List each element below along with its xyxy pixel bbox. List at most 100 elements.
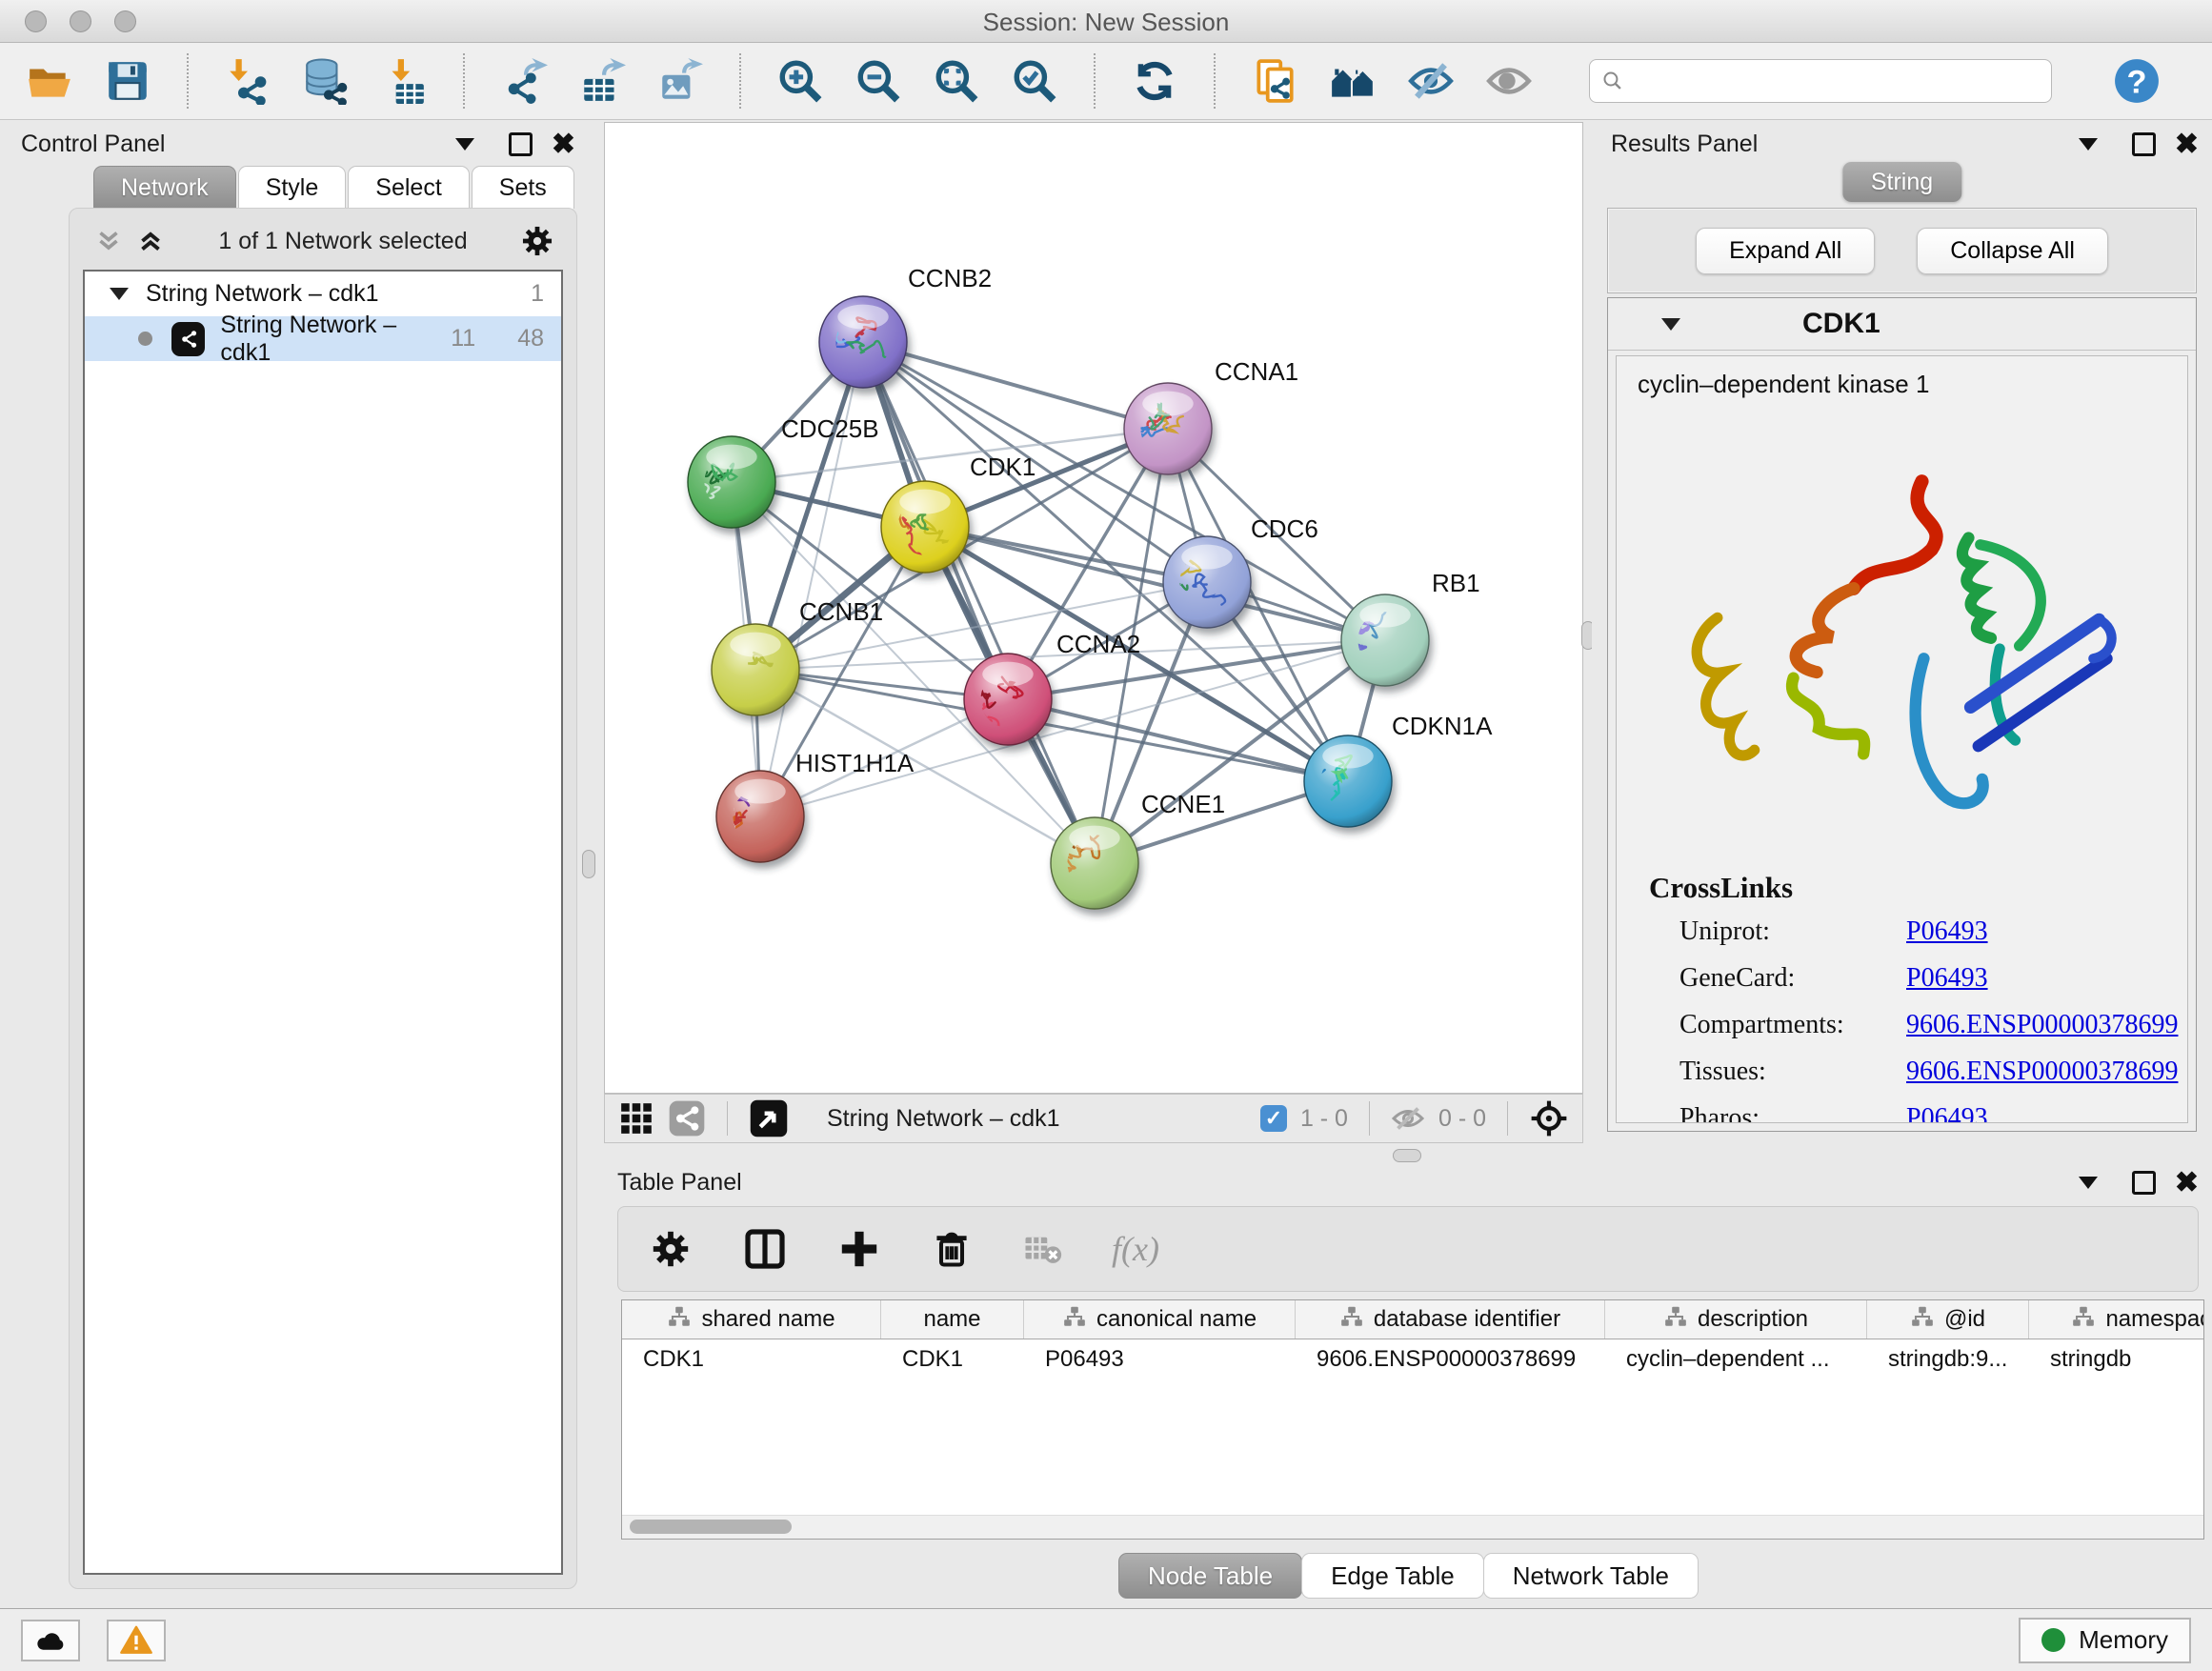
cloud-status-button[interactable]: [21, 1620, 80, 1661]
close-panel-icon[interactable]: ✖: [2175, 128, 2199, 161]
network-node-ccnb2[interactable]: [808, 296, 907, 388]
crosslink-link[interactable]: P06493: [1906, 1103, 1988, 1123]
apply-layout-button[interactable]: [1130, 56, 1179, 106]
crosslink-link[interactable]: 9606.ENSP00000378699: [1906, 1057, 2178, 1087]
float-panel-icon[interactable]: [2132, 132, 2156, 156]
zoom-in-button[interactable]: [775, 56, 825, 106]
panel-menu-icon[interactable]: [2079, 138, 2098, 151]
tab-select[interactable]: Select: [348, 166, 469, 209]
section-expand-icon[interactable]: [1661, 318, 1680, 331]
crosslink-link[interactable]: P06493: [1906, 916, 1988, 947]
table-cell[interactable]: P06493: [1024, 1346, 1296, 1373]
import-table-button[interactable]: [379, 56, 429, 106]
help-button[interactable]: ?: [2113, 57, 2161, 105]
panel-menu-icon[interactable]: [2079, 1177, 2098, 1189]
table-options-gear-icon[interactable]: [649, 1227, 693, 1271]
crosslink-link[interactable]: P06493: [1906, 963, 1988, 994]
show-columns-icon[interactable]: [742, 1226, 788, 1272]
close-panel-icon[interactable]: ✖: [2175, 1166, 2199, 1199]
export-table-button[interactable]: [577, 56, 627, 106]
tab-network[interactable]: Network: [93, 166, 236, 209]
table-cell[interactable]: 9606.ENSP00000378699: [1296, 1346, 1605, 1373]
memory-button[interactable]: Memory: [2019, 1618, 2191, 1663]
column-header-namespace[interactable]: namespace: [2029, 1300, 2204, 1339]
save-session-button[interactable]: [103, 56, 152, 106]
bottom-splitter-grip[interactable]: [1393, 1149, 1421, 1162]
tab-node-table[interactable]: Node Table: [1118, 1553, 1302, 1599]
export-image-button[interactable]: [655, 56, 705, 106]
table-cell[interactable]: CDK1: [622, 1346, 881, 1373]
crosslink-label: Tissues:: [1679, 1057, 1906, 1087]
network-node-rb1[interactable]: [1341, 594, 1429, 686]
float-panel-icon[interactable]: [509, 132, 533, 156]
float-panel-icon[interactable]: [2132, 1171, 2156, 1195]
birds-eye-view-icon[interactable]: [749, 1098, 789, 1138]
table-cell[interactable]: stringdb:9...: [1867, 1346, 2029, 1373]
network-node-ccna1[interactable]: [1124, 383, 1212, 474]
fit-content-crosshair-icon[interactable]: [1529, 1098, 1569, 1138]
tab-style[interactable]: Style: [238, 166, 347, 209]
warnings-button[interactable]: [107, 1620, 166, 1661]
column-header-name[interactable]: name: [881, 1300, 1024, 1339]
grid-view-icon[interactable]: [618, 1100, 654, 1137]
network-options-gear-icon[interactable]: [519, 223, 555, 259]
tab-sets[interactable]: Sets: [472, 166, 574, 209]
network-node-ccna2[interactable]: [964, 654, 1052, 745]
import-network-file-button[interactable]: [223, 56, 272, 106]
show-all-button[interactable]: [1484, 56, 1534, 106]
collection-expand-icon[interactable]: [110, 288, 129, 300]
search-input[interactable]: [1634, 67, 2040, 95]
network-view-icon[interactable]: [668, 1099, 706, 1137]
tab-network-table[interactable]: Network Table: [1483, 1553, 1699, 1599]
open-session-button[interactable]: [25, 56, 74, 106]
column-header-canonical-name[interactable]: canonical name: [1024, 1300, 1296, 1339]
crosslink-link[interactable]: 9606.ENSP00000378699: [1906, 1010, 2178, 1040]
network-row[interactable]: String Network – cdk1 11 48: [85, 316, 561, 361]
hide-selection-button[interactable]: [1406, 56, 1456, 106]
tab-string[interactable]: String: [1842, 162, 1961, 202]
expand-all-icon[interactable]: [134, 225, 167, 257]
export-network-button[interactable]: [499, 56, 549, 106]
node-label: CCNA2: [1056, 630, 1140, 658]
window-title: Session: New Session: [0, 8, 2212, 37]
tab-edge-table[interactable]: Edge Table: [1301, 1553, 1484, 1599]
network-canvas[interactable]: CCNB2CCNA1CDC25BCDK1CDC6RB1CCNB1CCNA2CDK…: [604, 122, 1583, 1094]
collapse-all-button[interactable]: Collapse All: [1917, 228, 2108, 274]
left-splitter-grip[interactable]: [582, 850, 595, 878]
column-header-description[interactable]: description: [1605, 1300, 1867, 1339]
gene-section-header[interactable]: CDK1: [1608, 298, 2196, 351]
table-cell[interactable]: cyclin–dependent ...: [1605, 1346, 1867, 1373]
group-nodes-button[interactable]: [1328, 56, 1377, 106]
collapse-all-icon[interactable]: [92, 225, 125, 257]
zoom-out-button[interactable]: [854, 56, 903, 106]
network-node-ccnb1[interactable]: [712, 624, 799, 715]
toolbar-divider: [1369, 1101, 1370, 1136]
table-cell[interactable]: CDK1: [881, 1346, 1024, 1373]
column-header-database-identifier[interactable]: database identifier: [1296, 1300, 1605, 1339]
shared-column-icon: [2071, 1304, 2096, 1336]
table-cell[interactable]: stringdb: [2029, 1346, 2204, 1373]
import-network-database-button[interactable]: [301, 56, 351, 106]
network-node-ccne1[interactable]: [1050, 817, 1138, 909]
close-panel-icon[interactable]: ✖: [552, 128, 575, 161]
string-network-graph[interactable]: CCNB2CCNA1CDC25BCDK1CDC6RB1CCNB1CCNA2CDK…: [605, 123, 1582, 1093]
panel-menu-icon[interactable]: [455, 138, 474, 151]
create-column-plus-icon[interactable]: [837, 1227, 881, 1271]
new-network-from-selection-button[interactable]: [1250, 56, 1299, 106]
network-node-cdc25b[interactable]: [680, 436, 775, 528]
zoom-fit-button[interactable]: [932, 56, 981, 106]
scrollbar-thumb[interactable]: [630, 1520, 792, 1534]
toolbar-separator: [463, 53, 465, 109]
column-header-label: name: [923, 1306, 980, 1333]
zoom-selected-button[interactable]: [1010, 56, 1059, 106]
horizontal-scrollbar[interactable]: [622, 1515, 2203, 1539]
expand-all-button[interactable]: Expand All: [1696, 228, 1875, 274]
delete-column-trash-icon[interactable]: [931, 1228, 973, 1270]
table-row[interactable]: CDK1CDK1P064939606.ENSP00000378699cyclin…: [622, 1339, 2203, 1379]
toolbar-separator: [187, 53, 189, 109]
column-header-shared-name[interactable]: shared name: [622, 1300, 881, 1339]
column-header--id[interactable]: @id: [1867, 1300, 2029, 1339]
network-collection-row[interactable]: String Network – cdk1 1: [85, 272, 561, 316]
network-node-hist1h1a[interactable]: [715, 771, 804, 862]
selected-items-checkbox[interactable]: ✓: [1260, 1105, 1287, 1132]
